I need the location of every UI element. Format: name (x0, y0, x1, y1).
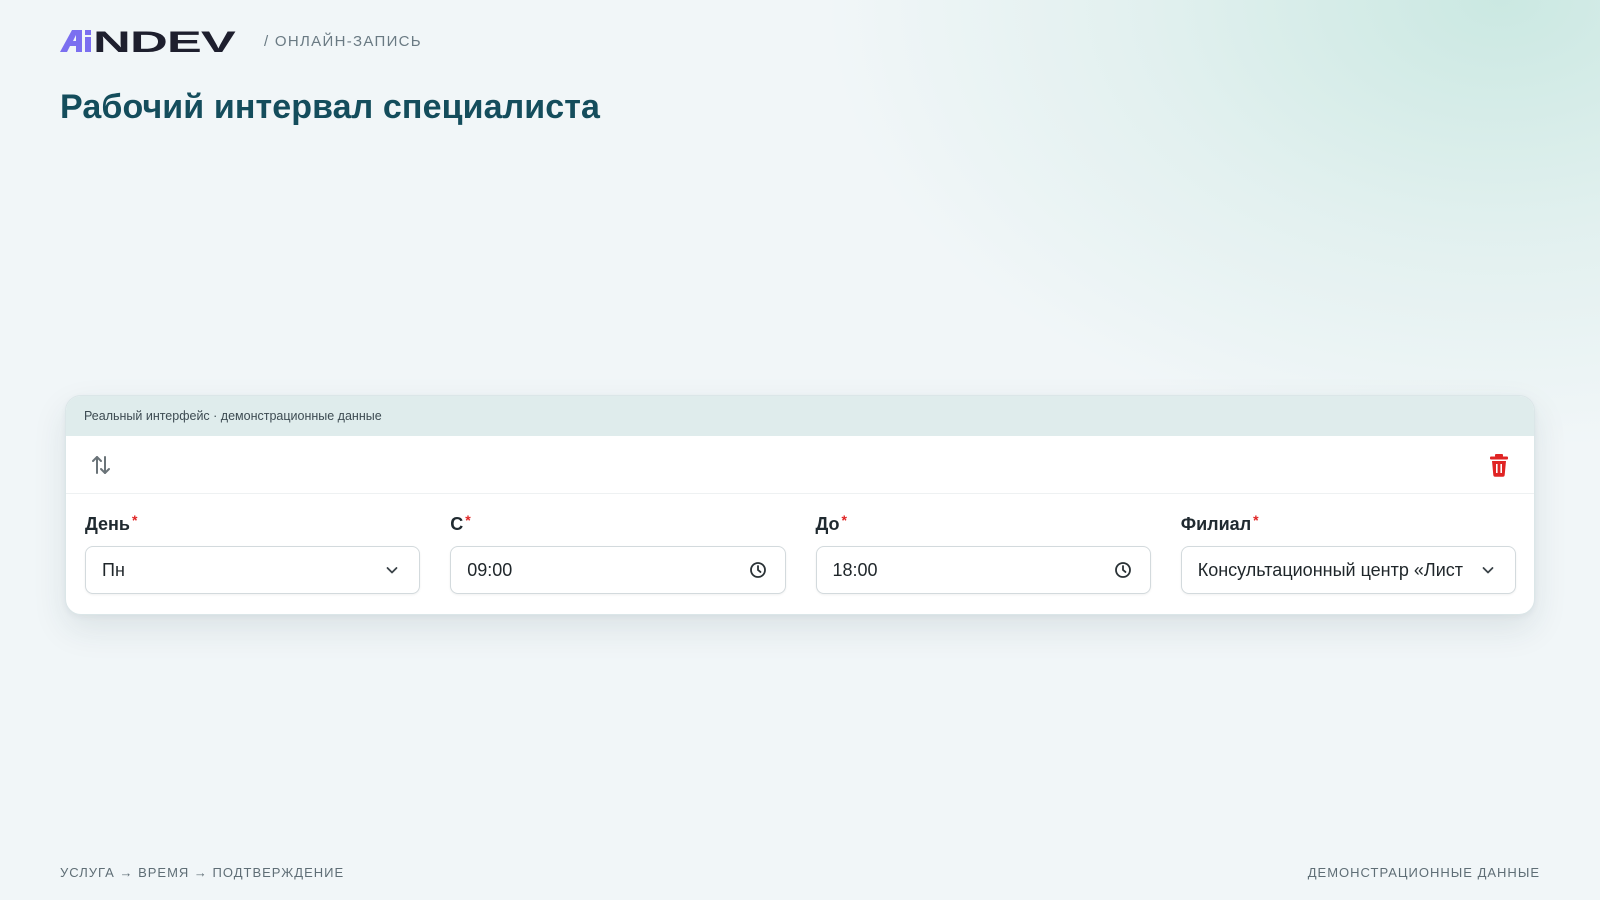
trash-icon[interactable] (1484, 450, 1514, 480)
required-marker: * (132, 512, 138, 528)
booking-steps: УСЛУГА → ВРЕМЯ → ПОДТВЕРЖДЕНИЕ (60, 865, 345, 880)
logo-graphic: NDEV (60, 28, 236, 54)
to-field: До * 18:00 (815, 512, 1151, 594)
to-label: До * (815, 512, 848, 534)
chevron-down-icon (1477, 559, 1499, 581)
branch-field: Филиал * Консультационный центр «Лист (1180, 512, 1516, 594)
clock-icon[interactable] (1112, 559, 1134, 581)
day-select[interactable]: Пн (85, 546, 421, 594)
branch-label: Филиал * (1180, 512, 1259, 534)
day-label: День * (85, 512, 138, 534)
day-select-value: Пн (102, 559, 125, 580)
required-marker: * (1253, 512, 1259, 528)
interval-fields: День * Пн С * 09:00 До * 18:00 Филиал * … (66, 494, 1534, 594)
card-banner-text: Реальный интерфейс · демонстрационные да… (84, 409, 382, 423)
top-bar: NDEV / ОНЛАЙН-ЗАПИСЬ (60, 26, 422, 56)
work-interval-card: Реальный интерфейс · демонстрационные да… (65, 395, 1535, 615)
breadcrumb: / ОНЛАЙН-ЗАПИСЬ (264, 32, 422, 50)
demo-data-note: ДЕМОНСТРАЦИОННЫЕ ДАННЫЕ (1307, 865, 1540, 880)
clock-icon[interactable] (747, 559, 769, 581)
day-field: День * Пн (85, 512, 421, 594)
from-field: С * 09:00 (450, 512, 786, 594)
required-marker: * (841, 512, 847, 528)
card-toolbar (66, 436, 1534, 494)
to-time-input[interactable]: 18:00 (815, 546, 1151, 594)
chevron-down-icon (381, 559, 403, 581)
swap-vertical-icon[interactable] (86, 450, 116, 480)
svg-text:NDEV: NDEV (93, 28, 236, 54)
from-label: С * (450, 512, 471, 534)
card-banner: Реальный интерфейс · демонстрационные да… (66, 396, 1534, 436)
aindev-logo[interactable]: NDEV (60, 28, 238, 54)
branch-select[interactable]: Консультационный центр «Лист (1180, 546, 1516, 594)
to-time-value: 18:00 (832, 559, 878, 580)
branch-select-value: Консультационный центр «Лист (1197, 559, 1464, 580)
from-time-input[interactable]: 09:00 (450, 546, 786, 594)
required-marker: * (465, 512, 471, 528)
page-title: Рабочий интервал специалиста (60, 88, 601, 126)
from-time-value: 09:00 (467, 559, 513, 580)
